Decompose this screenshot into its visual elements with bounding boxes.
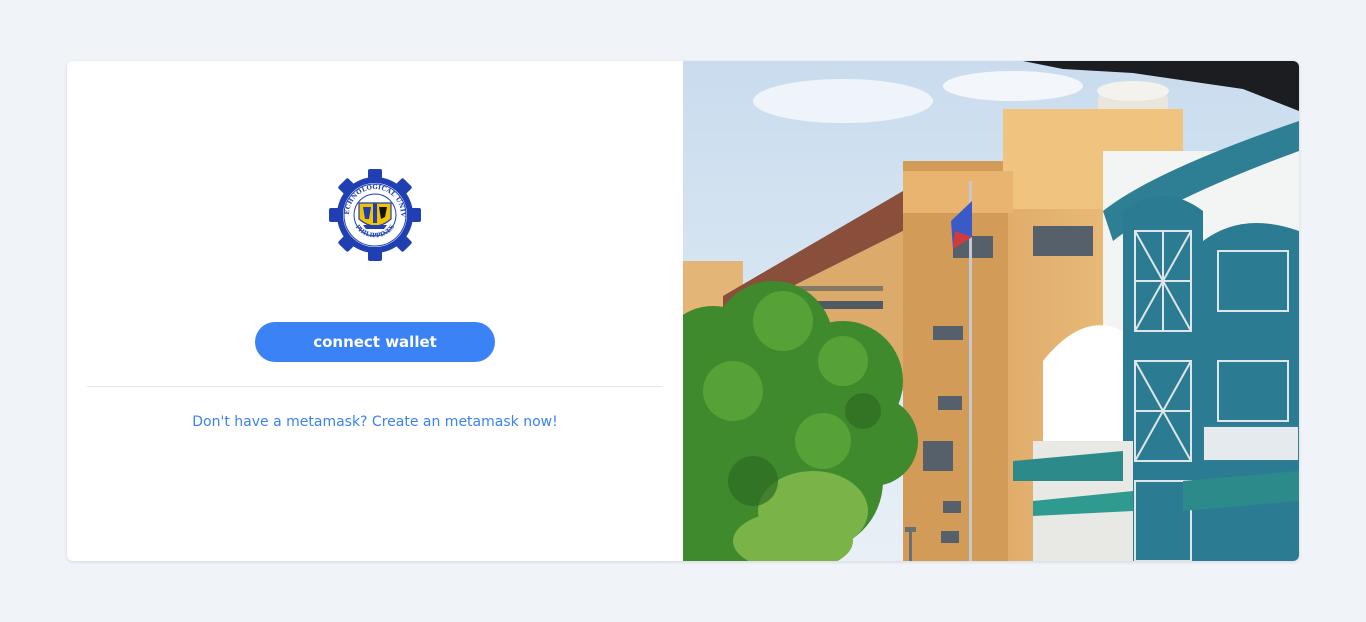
campus-photo-illustration (683, 61, 1299, 561)
university-seal-logo: RIZAL TECHNOLOGICAL UNIVERSITY PHILIPPIN… (329, 169, 421, 261)
campus-building-photo (683, 61, 1299, 561)
create-metamask-link[interactable]: Don't have a metamask? Create an metamas… (67, 414, 683, 430)
login-card: RIZAL TECHNOLOGICAL UNIVERSITY PHILIPPIN… (67, 61, 1299, 561)
login-panel: RIZAL TECHNOLOGICAL UNIVERSITY PHILIPPIN… (67, 61, 683, 561)
divider (87, 386, 663, 387)
connect-wallet-button[interactable]: connect wallet (255, 322, 495, 362)
